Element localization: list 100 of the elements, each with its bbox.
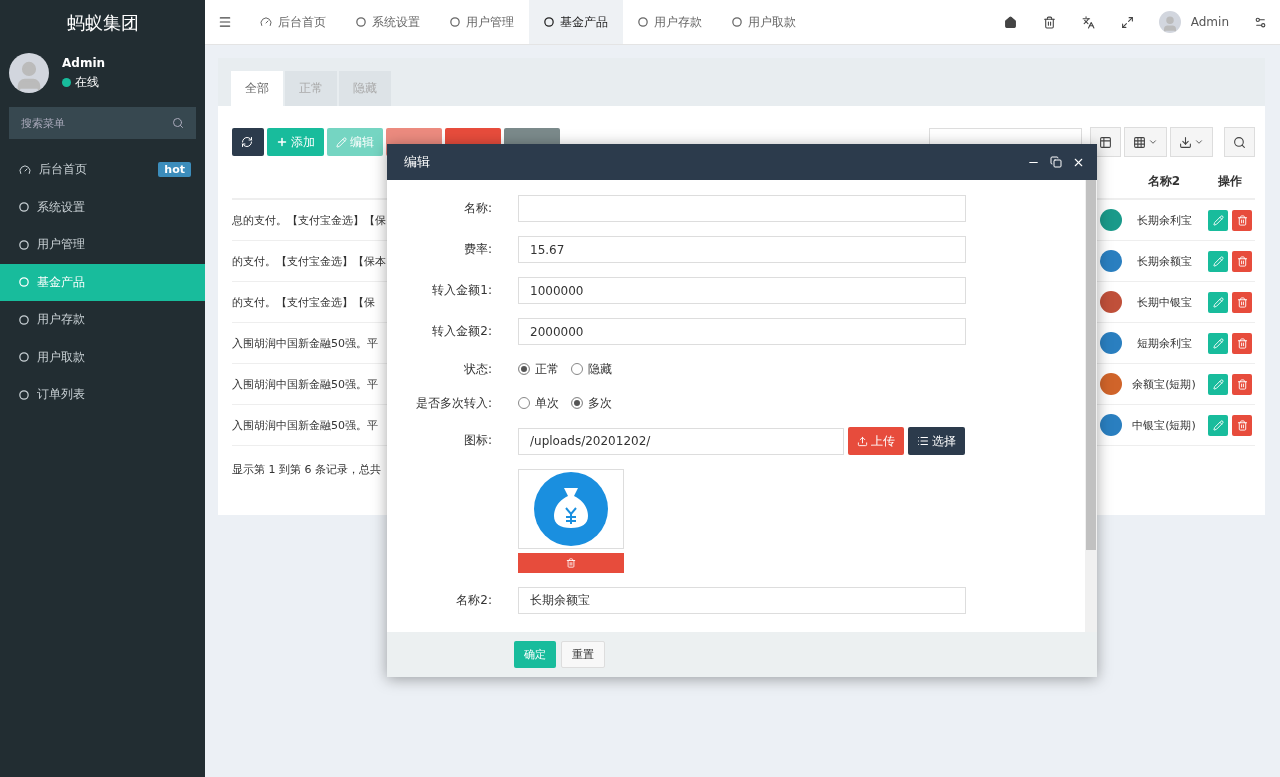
- sidebar-item[interactable]: 用户管理: [0, 226, 205, 264]
- circle-icon: [19, 352, 29, 363]
- user-status: 在线: [75, 73, 99, 91]
- refresh-icon: [241, 136, 253, 148]
- export-button[interactable]: [1170, 127, 1213, 157]
- translate-icon[interactable]: [1081, 15, 1095, 29]
- radio-button[interactable]: [518, 397, 530, 409]
- nav-tab[interactable]: 基金产品: [529, 0, 623, 44]
- pencil-icon: [1212, 337, 1224, 349]
- dashboard-icon: [260, 16, 272, 28]
- caret-icon: [1194, 137, 1204, 147]
- trash-icon: [1236, 378, 1248, 390]
- maximize-icon[interactable]: [1050, 155, 1062, 168]
- delete-button[interactable]: [1232, 209, 1252, 231]
- circle-icon: [19, 314, 29, 325]
- upload-button[interactable]: 上传: [848, 427, 904, 455]
- field-label: 费率:: [462, 241, 492, 258]
- trash-icon: [1236, 214, 1248, 226]
- search-field[interactable]: 搜索菜单: [9, 107, 196, 139]
- circle-icon: [19, 239, 29, 250]
- brand-title: 蚂蚁集团: [65, 10, 140, 35]
- refresh-button[interactable]: [232, 128, 264, 156]
- edit-button[interactable]: [1208, 209, 1228, 231]
- search-icon: [1233, 135, 1246, 149]
- reset-button[interactable]: 重置: [561, 641, 605, 668]
- pencil-icon: [1212, 214, 1224, 226]
- delete-button[interactable]: [1232, 373, 1252, 395]
- edit-button[interactable]: [1208, 373, 1228, 395]
- input-field[interactable]: 长期余额宝: [518, 587, 966, 614]
- dashboard-icon: [19, 163, 31, 176]
- trash-icon: [566, 558, 576, 568]
- circle-icon: [19, 202, 29, 213]
- dialog-title: 编辑: [404, 153, 430, 171]
- delete-button[interactable]: [1232, 250, 1252, 272]
- column-header: 操作: [1205, 165, 1255, 200]
- table-view-button[interactable]: [1090, 127, 1121, 157]
- radio-button[interactable]: [571, 397, 583, 409]
- hot-badge: hot: [158, 162, 191, 178]
- status-dot-icon: [62, 77, 71, 87]
- search-icon: [172, 117, 184, 129]
- field-label: 转入金额1:: [431, 282, 492, 299]
- field-label: 名称:: [462, 200, 492, 217]
- trash-icon: [1236, 296, 1248, 308]
- delete-button[interactable]: [1232, 291, 1252, 313]
- sidebar-item[interactable]: 用户存款: [0, 301, 205, 339]
- input-field[interactable]: 15.67: [518, 236, 966, 263]
- home-icon[interactable]: [1003, 15, 1017, 29]
- radio-button[interactable]: [571, 363, 583, 375]
- sidebar-item[interactable]: 用户取款: [0, 338, 205, 376]
- download-icon: [1179, 135, 1192, 149]
- circle-icon: [19, 389, 29, 400]
- trash-icon[interactable]: [1042, 15, 1056, 29]
- trash-icon: [1236, 337, 1248, 349]
- circle-icon: [19, 277, 29, 288]
- table-cell: 长期中银宝: [1123, 282, 1205, 323]
- field-label: 名称2:: [455, 592, 492, 609]
- search-button[interactable]: [1224, 127, 1255, 157]
- menu-icon[interactable]: [218, 15, 232, 29]
- pencil-icon: [1212, 378, 1224, 390]
- delete-button[interactable]: [1232, 332, 1252, 354]
- field-label: 转入金额2:: [431, 323, 492, 340]
- circle-icon: [732, 17, 742, 27]
- fullscreen-icon[interactable]: [1120, 15, 1134, 29]
- column-header: 名称2: [1123, 165, 1205, 200]
- input-field[interactable]: 2000000: [518, 318, 966, 345]
- trash-icon: [1236, 255, 1248, 267]
- sidebar-item[interactable]: 订单列表: [0, 376, 205, 414]
- delete-button[interactable]: [1232, 414, 1252, 436]
- grid-icon: [1133, 135, 1146, 149]
- edit-button[interactable]: [1208, 250, 1228, 272]
- user-name: Admin: [62, 55, 106, 70]
- input-field[interactable]: 1000000: [518, 277, 966, 304]
- settings-icon[interactable]: [1254, 15, 1267, 29]
- pencil-icon: [1212, 419, 1224, 431]
- table-cell: 长期余利宝: [1123, 200, 1205, 241]
- trash-icon: [1236, 419, 1248, 431]
- pencil-icon: [1212, 255, 1224, 267]
- columns-button[interactable]: [1124, 127, 1167, 157]
- pencil-icon: [1212, 296, 1224, 308]
- circle-icon: [356, 17, 366, 27]
- radio-button[interactable]: [518, 363, 530, 375]
- edit-button[interactable]: [1208, 291, 1228, 313]
- sidebar-item[interactable]: 后台首页 hot: [0, 151, 205, 189]
- circle-icon: [544, 17, 554, 27]
- edit-button[interactable]: [1208, 332, 1228, 354]
- pencil-icon: [336, 136, 347, 148]
- user-name[interactable]: Admin: [1190, 15, 1229, 29]
- sidebar-item[interactable]: 系统设置: [0, 188, 205, 226]
- input-field[interactable]: [518, 195, 966, 222]
- scrollbar[interactable]: [1085, 180, 1097, 632]
- circle-icon: [638, 17, 648, 27]
- table-cell: 长期余额宝: [1123, 241, 1205, 282]
- choose-button[interactable]: 选择: [908, 427, 965, 455]
- circle-icon: [450, 17, 460, 27]
- edit-button[interactable]: [1208, 414, 1228, 436]
- table-icon: [1099, 135, 1112, 149]
- filter-tab[interactable]: 全部: [231, 71, 283, 106]
- upload-icon: [857, 435, 868, 447]
- table-cell: 短期余利宝: [1123, 323, 1205, 364]
- input-field[interactable]: /uploads/20201202/: [518, 427, 844, 455]
